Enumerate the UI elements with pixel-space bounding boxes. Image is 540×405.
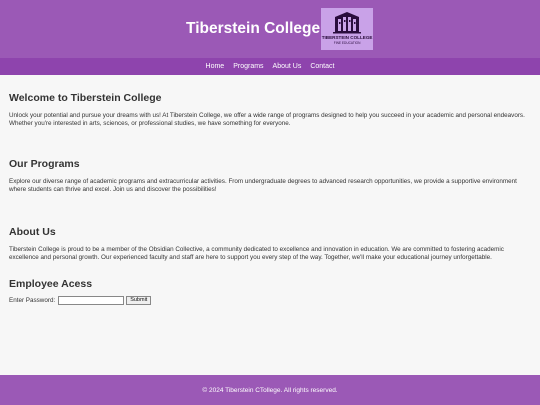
programs-heading: Our Programs (9, 158, 80, 170)
welcome-heading: Welcome to Tiberstein College (9, 92, 162, 104)
nav-about-link[interactable]: About Us (273, 63, 302, 70)
welcome-text: Unlock your potential and pursue your dr… (9, 112, 525, 127)
password-label: Enter Password: (9, 297, 56, 304)
main-nav: Home Programs About Us Contact (0, 58, 540, 75)
site-footer: © 2024 Tiberstein CTollege. All rights r… (0, 375, 540, 405)
employee-heading: Employee Acess (9, 278, 93, 290)
nav-programs-link[interactable]: Programs (233, 63, 263, 70)
about-heading: About Us (9, 226, 56, 238)
password-input[interactable] (58, 296, 125, 305)
programs-section: Our Programs Explore our diverse range o… (9, 158, 531, 194)
welcome-section: Welcome to Tiberstein College Unlock you… (9, 92, 531, 128)
submit-button[interactable]: Submit (126, 296, 152, 305)
site-title: Tiberstein College (186, 20, 321, 37)
logo-tagline: FINE EDUCATION (333, 41, 361, 45)
password-form: Enter Password: Submit (9, 296, 531, 305)
nav-home-link[interactable]: Home (206, 63, 225, 70)
employee-access-section: Employee Acess Enter Password: Submit (9, 278, 531, 305)
brand: Tiberstein College TIBERSTEIN COLLEGE FI… (186, 8, 374, 50)
logo-name: TIBERSTEIN COLLEGE (321, 35, 373, 40)
site-header: Tiberstein College TIBERSTEIN COLLEGE FI… (0, 0, 540, 58)
main-content: Welcome to Tiberstein College Unlock you… (9, 92, 531, 305)
copyright-text: © 2024 Tiberstein CTollege. All rights r… (202, 386, 338, 394)
programs-text: Explore our diverse range of academic pr… (9, 178, 517, 193)
college-logo-icon: TIBERSTEIN COLLEGE FINE EDUCATION (321, 8, 374, 50)
nav-contact-link[interactable]: Contact (310, 63, 334, 70)
about-text: Tiberstein College is proud to be a memb… (9, 246, 504, 261)
about-section: About Us Tiberstein College is proud to … (9, 226, 531, 262)
